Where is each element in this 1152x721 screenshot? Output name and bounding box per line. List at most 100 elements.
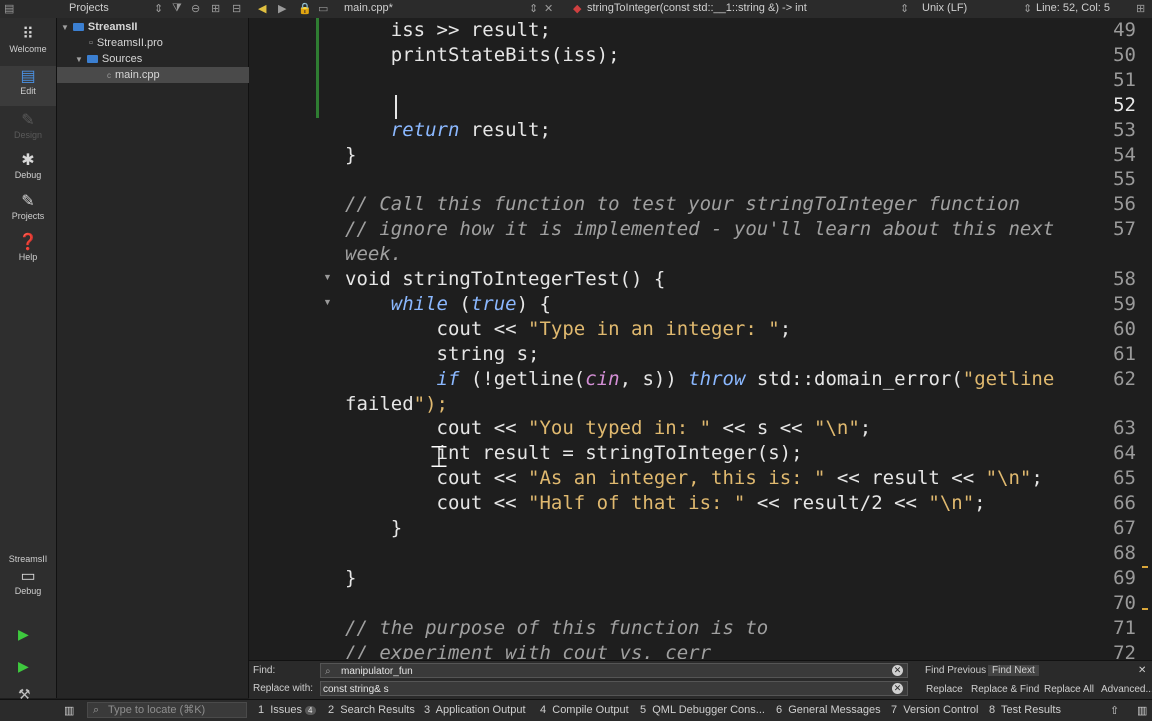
fold-arrow-icon[interactable]: ▼ xyxy=(323,297,332,307)
tab-test-results[interactable]: 8 Test Results xyxy=(989,704,1061,716)
chevron-down-icon[interactable]: ▼ xyxy=(61,23,69,32)
mode-projects[interactable]: ✎ Projects xyxy=(0,193,56,221)
output-toggle-icon[interactable]: ▥ xyxy=(1137,704,1147,717)
edit-icon: ▤ xyxy=(20,68,36,85)
code-line[interactable]: cout << "Type in an integer: "; xyxy=(345,318,792,340)
close-file-icon[interactable]: ✕ xyxy=(544,2,553,15)
code-line[interactable]: if (!getline(cin, s)) throw std::domain_… xyxy=(345,368,1055,390)
tab-compile-output[interactable]: 4 Compile Output xyxy=(540,704,629,716)
code-line[interactable]: } xyxy=(345,567,356,589)
cursor-position[interactable]: Line: 52, Col: 5 xyxy=(1036,2,1110,14)
code-line[interactable]: void stringToIntegerTest() { xyxy=(345,268,665,290)
close-pane-icon[interactable]: ⊟ xyxy=(232,2,241,15)
line-number: 64 xyxy=(1113,442,1136,465)
code-line[interactable]: return result; xyxy=(345,119,551,141)
clear-replace-icon[interactable]: ✕ xyxy=(892,683,903,694)
clear-find-icon[interactable]: ✕ xyxy=(892,665,903,676)
mode-help[interactable]: ❓ Help xyxy=(0,234,56,262)
toggle-sidebar-icon[interactable]: ▥ xyxy=(64,704,74,717)
scroll-marker xyxy=(1142,566,1148,568)
projects-view-selector[interactable]: Projects xyxy=(69,2,109,14)
updown-arrows-icon[interactable]: ⇕ xyxy=(529,2,538,15)
tab-qml-debugger[interactable]: 5 QML Debugger Cons... xyxy=(640,704,765,716)
mode-welcome[interactable]: ⠿ Welcome xyxy=(0,26,56,54)
mode-design[interactable]: ✎ Design xyxy=(0,112,56,140)
line-number: 56 xyxy=(1113,193,1136,216)
file-icon: ▫ xyxy=(89,37,93,49)
open-file-tab[interactable]: main.cpp* xyxy=(344,2,393,14)
search-icon: ⌕ xyxy=(93,704,100,716)
arrows-icon[interactable]: ⇧ xyxy=(1110,704,1119,717)
replace-button[interactable]: Replace xyxy=(926,684,963,695)
split-icon[interactable]: ⊞ xyxy=(211,2,220,15)
code-line[interactable]: } xyxy=(345,517,402,539)
debug-run-icon[interactable]: ▶ xyxy=(18,658,29,675)
code-line[interactable]: cout << "You typed in: " << s << "\n"; xyxy=(345,417,872,439)
link-icon[interactable]: ⊖ xyxy=(191,2,200,15)
tab-general-messages[interactable]: 6 General Messages xyxy=(776,704,881,716)
replace-find-button[interactable]: Replace & Find xyxy=(971,684,1039,695)
code-line[interactable]: int result = stringToInteger(s); xyxy=(345,442,803,464)
line-number: 55 xyxy=(1113,168,1136,191)
bug-icon: ✱ xyxy=(21,152,35,169)
tab-application-output[interactable]: 3 Application Output xyxy=(424,704,526,716)
tree-item-pro-file[interactable]: ▫ StreamsII.pro xyxy=(57,35,280,51)
code-line[interactable]: printStateBits(iss); xyxy=(345,44,620,66)
folder-icon xyxy=(86,55,98,63)
tab-issues[interactable]: 1 Issues 4 xyxy=(258,704,316,716)
code-line[interactable]: failed"); xyxy=(345,393,448,415)
code-line[interactable]: } xyxy=(345,144,356,166)
pen-icon: ✎ xyxy=(21,112,35,129)
fold-arrow-icon[interactable]: ▼ xyxy=(323,272,332,282)
line-number: 52 xyxy=(1113,93,1136,116)
sidebar-toggle-icon[interactable]: ▤ xyxy=(4,2,14,15)
forward-arrow-icon[interactable]: ▶ xyxy=(278,2,286,15)
kit-selector[interactable]: StreamsII ▭ Debug xyxy=(0,554,56,596)
function-selector[interactable]: stringToInteger(const std::__1::string &… xyxy=(587,2,807,14)
grid-icon: ⠿ xyxy=(22,26,34,43)
split-editor-icon[interactable]: ⊞ xyxy=(1136,2,1145,15)
back-arrow-icon[interactable]: ◀ xyxy=(258,2,266,15)
filter-icon[interactable]: ⧩ xyxy=(172,2,182,15)
replace-label: Replace with: xyxy=(253,683,314,694)
code-line[interactable]: // Call this function to test your strin… xyxy=(345,193,1020,215)
updown-arrows-icon[interactable]: ⇕ xyxy=(900,2,909,15)
find-input[interactable]: ⌕ manipulator_fun ✕ xyxy=(320,663,908,678)
line-number: 65 xyxy=(1113,467,1136,490)
replace-input[interactable]: const string& s ✕ xyxy=(320,681,908,696)
line-number: 54 xyxy=(1113,143,1136,166)
updown-arrows-icon[interactable]: ⇕ xyxy=(1023,2,1032,15)
find-previous-button[interactable]: Find Previous xyxy=(925,665,986,676)
code-line[interactable]: while (true) { xyxy=(345,293,551,315)
code-line[interactable]: // the purpose of this function is to xyxy=(345,617,768,639)
mode-edit[interactable]: ▤ Edit xyxy=(0,66,56,106)
code-line[interactable]: // ignore how it is implemented - you'll… xyxy=(345,218,1054,240)
monitor-icon: ▭ xyxy=(20,568,36,585)
tab-version-control[interactable]: 7 Version Control xyxy=(891,704,978,716)
code-line[interactable]: // experiment with cout vs. cerr xyxy=(345,642,711,660)
code-editor[interactable]: 49 iss >> result; 50 printStateBits(iss);… xyxy=(249,18,1152,659)
search-icon[interactable]: ⌕ xyxy=(325,664,331,679)
code-line[interactable]: iss >> result; xyxy=(345,19,551,41)
run-icon[interactable]: ▶ xyxy=(18,626,29,643)
tab-search-results[interactable]: 2 Search Results xyxy=(328,704,415,716)
locator-input[interactable]: ⌕ Type to locate (⌘K) xyxy=(87,702,247,718)
code-line[interactable]: week. xyxy=(345,243,402,265)
replace-all-button[interactable]: Replace All xyxy=(1044,684,1094,695)
advanced-button[interactable]: Advanced... xyxy=(1101,684,1152,695)
close-find-icon[interactable]: ✕ xyxy=(1138,665,1146,676)
code-line[interactable]: cout << "As an integer, this is: " << re… xyxy=(345,467,1043,489)
code-line[interactable]: string s; xyxy=(345,343,540,365)
updown-arrows-icon[interactable]: ⇕ xyxy=(154,2,163,15)
code-line[interactable]: cout << "Half of that is: " << result/2 … xyxy=(345,492,986,514)
line-number: 51 xyxy=(1113,68,1136,91)
chevron-down-icon[interactable]: ▼ xyxy=(75,55,83,64)
line-ending-selector[interactable]: Unix (LF) xyxy=(922,2,967,14)
tree-item-sources[interactable]: ▼ Sources xyxy=(57,51,266,67)
find-next-button[interactable]: Find Next xyxy=(988,665,1039,676)
mode-debug[interactable]: ✱ Debug xyxy=(0,152,56,180)
line-number-gutter xyxy=(249,18,319,659)
line-number: 63 xyxy=(1113,417,1136,440)
tree-item-project[interactable]: ▼ StreamsII xyxy=(57,19,252,35)
help-icon: ❓ xyxy=(18,234,38,251)
